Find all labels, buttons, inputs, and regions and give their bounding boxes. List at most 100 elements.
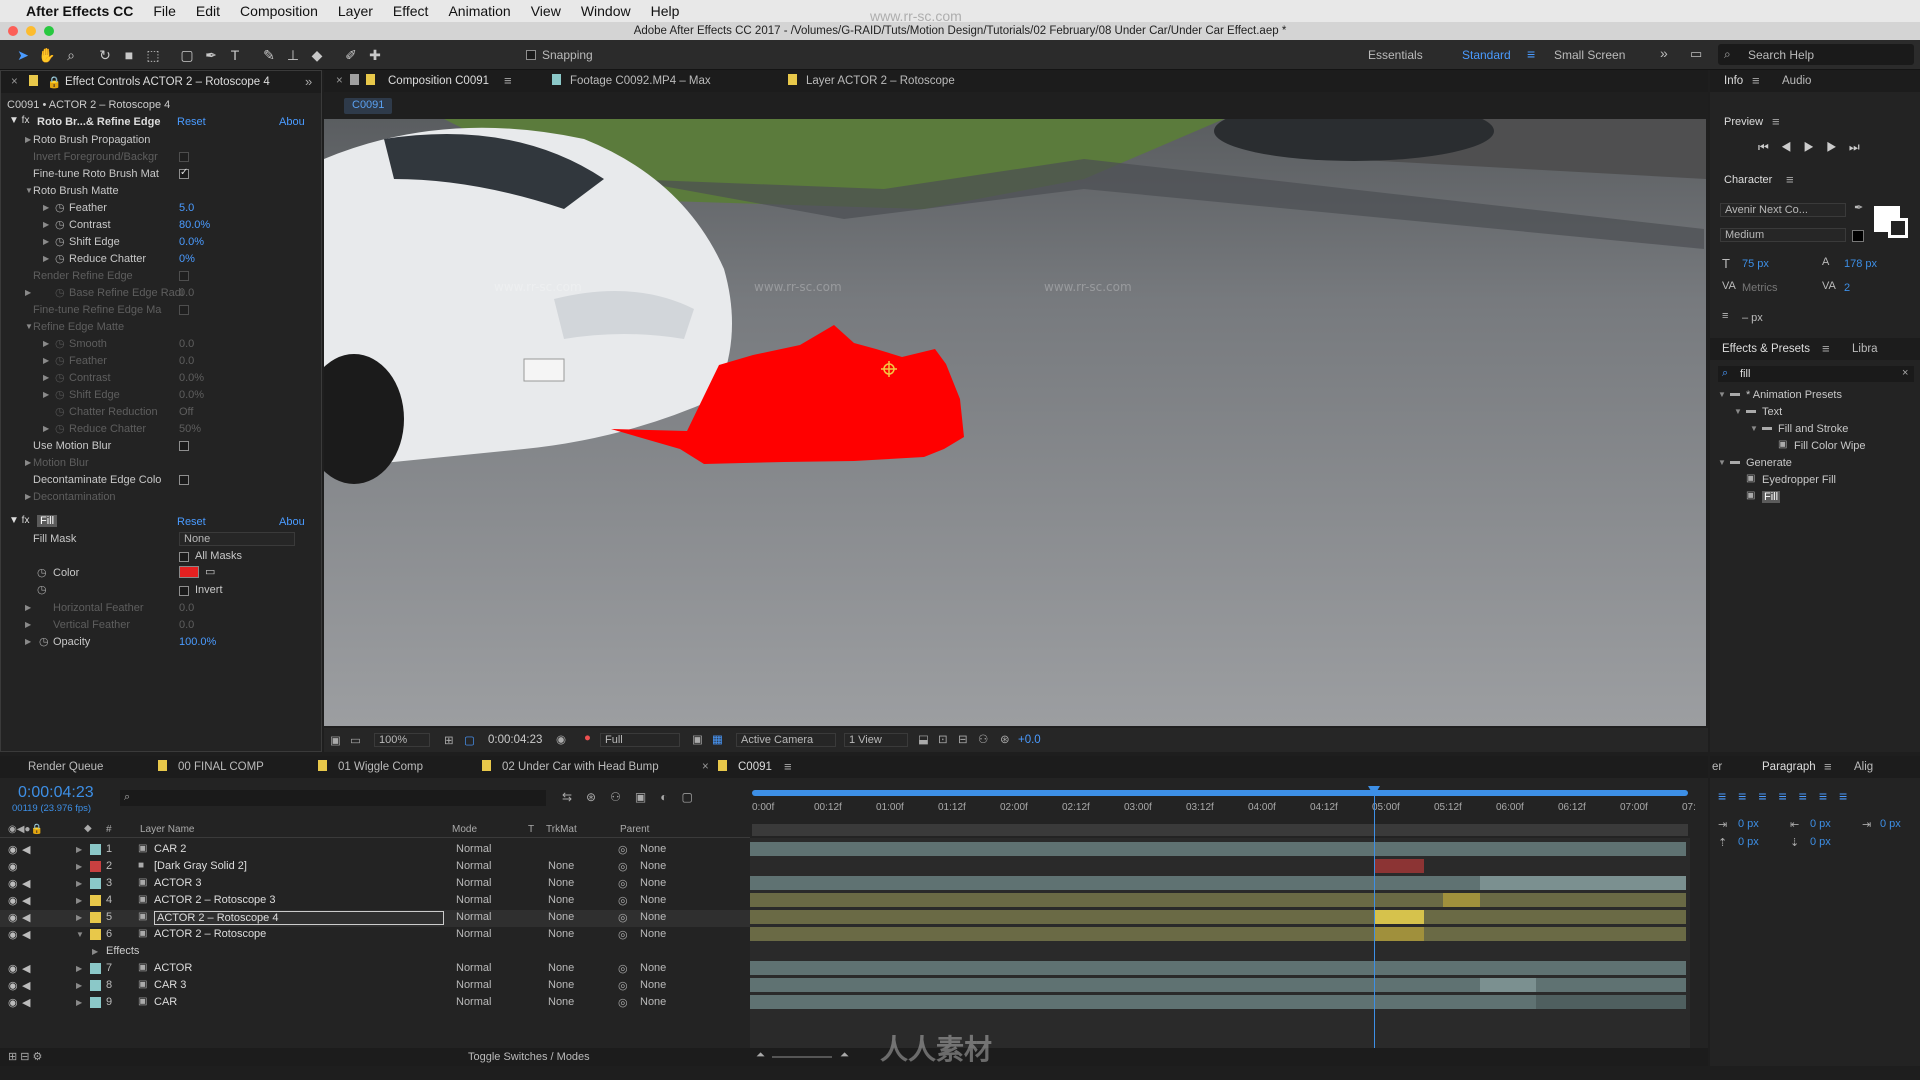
alignment-buttons[interactable]: ≡≡≡≡≡≡≡ xyxy=(1718,788,1859,804)
effects-tree-item[interactable]: Fill Color Wipe xyxy=(1794,440,1866,452)
paragraph-tab[interactable]: Paragraph xyxy=(1762,761,1816,773)
twirl-icon[interactable]: ▶ xyxy=(43,254,49,263)
resolution-grid-icon[interactable]: ⊞ xyxy=(444,733,454,747)
audio-toggle-icon[interactable]: ◀ xyxy=(22,894,30,907)
snapping-checkbox[interactable] xyxy=(526,50,536,60)
transparency-grid-icon[interactable]: ▦ xyxy=(712,732,723,746)
fill-mask-select[interactable]: None xyxy=(179,532,295,546)
layer-trkmat-select[interactable]: None xyxy=(544,911,606,925)
timeline-track-area[interactable] xyxy=(750,838,1690,1048)
exposure-value[interactable]: +0.0 xyxy=(1018,734,1041,746)
layer-duration-bar[interactable] xyxy=(1480,893,1686,907)
twirl-icon[interactable]: ▶ xyxy=(43,220,49,229)
wiggle-comp-tab[interactable]: 01 Wiggle Comp xyxy=(338,761,423,773)
toggle-pixel-aspect-icon[interactable]: ⬓ xyxy=(918,732,929,746)
layer-trkmat-select[interactable]: None xyxy=(544,996,606,1010)
layer-parent-select[interactable]: None xyxy=(636,928,726,942)
roto-param-checkbox[interactable] xyxy=(179,152,189,162)
stopwatch-icon[interactable]: ◷ xyxy=(55,371,65,384)
layer-duration-bar[interactable] xyxy=(1374,927,1424,941)
audio-tab[interactable]: Audio xyxy=(1782,75,1811,87)
audio-toggle-icon[interactable]: ◀ xyxy=(22,979,30,992)
pick-whip-icon[interactable]: ◎ xyxy=(618,962,628,975)
preview-controls[interactable]: ⏮◀▶▶⏭ xyxy=(1758,140,1872,155)
twirl-icon[interactable]: ▶ xyxy=(43,373,49,382)
layer-duration-bar[interactable] xyxy=(750,927,1375,941)
layer-duration-bar[interactable] xyxy=(750,961,1686,975)
render-queue-tab[interactable]: Render Queue xyxy=(28,761,103,773)
eyedropper-icon[interactable]: ▭ xyxy=(205,565,215,578)
layer-row[interactable]: ◉ ◀ ▶ 3 ▣ ACTOR 3 Normal None ◎ None xyxy=(0,876,751,893)
layer-parent-select[interactable]: None xyxy=(636,996,726,1010)
font-style-select[interactable]: Medium xyxy=(1720,228,1846,242)
visibility-toggle-icon[interactable]: ◉ xyxy=(8,911,18,924)
menu-help[interactable]: Help xyxy=(651,3,680,19)
layer-duration-bar[interactable] xyxy=(1374,859,1424,873)
visibility-toggle-icon[interactable]: ◉ xyxy=(8,996,18,1009)
menu-edit[interactable]: Edit xyxy=(196,3,220,19)
rotate-tool-icon[interactable]: ↻ xyxy=(96,46,114,64)
fill-color-swatch[interactable] xyxy=(179,566,199,578)
layer-duration-bar[interactable] xyxy=(750,995,1537,1009)
close-window-button[interactable] xyxy=(8,26,18,36)
effects-menu-icon[interactable]: ≡ xyxy=(1822,341,1830,356)
stopwatch-icon[interactable]: ◷ xyxy=(55,286,65,299)
pen-tool-icon[interactable]: ✒ xyxy=(202,46,220,64)
pick-whip-icon[interactable]: ◎ xyxy=(618,877,628,890)
stroke-width-value[interactable]: – px xyxy=(1742,312,1763,324)
layer-twirl-icon[interactable]: ▶ xyxy=(76,845,82,854)
twirl-icon[interactable]: ▶ xyxy=(25,458,31,467)
layer-label-color[interactable] xyxy=(90,912,101,923)
layer-twirl-icon[interactable]: ▶ xyxy=(76,862,82,871)
layer-twirl-icon[interactable]: ▶ xyxy=(76,998,82,1007)
layer-duration-bar[interactable] xyxy=(750,893,1443,907)
tree-twirl-icon[interactable]: ▼ xyxy=(1734,407,1742,416)
pick-whip-icon[interactable]: ◎ xyxy=(618,860,628,873)
indent-right-value[interactable]: 0 px xyxy=(1880,818,1901,830)
twirl-icon[interactable]: ▼ xyxy=(25,322,33,331)
layer-duration-bar[interactable] xyxy=(750,978,1481,992)
layer-twirl-icon[interactable]: ▼ xyxy=(76,930,84,939)
tracking-value[interactable]: 2 xyxy=(1844,282,1850,294)
layer-duration-bar[interactable] xyxy=(1374,842,1555,856)
camera-tool-icon[interactable]: ■ xyxy=(120,46,138,64)
info-tab[interactable]: Info xyxy=(1724,75,1743,87)
panel-menu-icon[interactable]: » xyxy=(305,74,312,89)
stopwatch-icon[interactable]: ◷ xyxy=(55,354,65,367)
layer-name[interactable]: CAR 2 xyxy=(154,843,186,855)
visibility-toggle-icon[interactable]: ◉ xyxy=(8,877,18,890)
search-icon-toggle[interactable]: ▭ xyxy=(1690,46,1702,62)
layer-mode-select[interactable]: Normal xyxy=(452,928,516,942)
pick-whip-icon[interactable]: ◎ xyxy=(618,843,628,856)
fill-reset-button[interactable]: Reset xyxy=(177,516,206,528)
comp-tab-menu-icon[interactable]: ≡ xyxy=(504,73,512,88)
roto-param-value[interactable]: 5.0 xyxy=(179,202,194,214)
twirl-icon[interactable]: ▶ xyxy=(43,203,49,212)
layer-tab[interactable]: Layer ACTOR 2 – Rotoscope xyxy=(806,75,955,87)
layer-name[interactable]: ACTOR xyxy=(154,962,192,974)
audio-toggle-icon[interactable]: ◀ xyxy=(22,843,30,856)
visibility-toggle-icon[interactable]: ◉ xyxy=(8,860,18,873)
workspace-small-screen[interactable]: Small Screen xyxy=(1554,48,1625,62)
space-after-value[interactable]: 0 px xyxy=(1810,836,1831,848)
twirl-icon[interactable]: ▶ xyxy=(43,356,49,365)
twirl-icon[interactable]: ▶ xyxy=(43,237,49,246)
layer-twirl-icon[interactable]: ▶ xyxy=(76,981,82,990)
black-swatch[interactable] xyxy=(1852,230,1864,242)
layer-duration-bar[interactable] xyxy=(750,910,1375,924)
stopwatch-icon[interactable]: ◷ xyxy=(37,583,47,596)
stopwatch-icon[interactable]: ◷ xyxy=(37,566,47,579)
align-tab[interactable]: Alig xyxy=(1854,761,1873,773)
final-comp-tab[interactable]: 00 FINAL COMP xyxy=(178,761,264,773)
visibility-toggle-icon[interactable]: ◉ xyxy=(8,843,18,856)
close-c0091-tab-icon[interactable]: × xyxy=(702,761,709,773)
layer-label-color[interactable] xyxy=(90,963,101,974)
hand-tool-icon[interactable]: ✋ xyxy=(38,46,56,64)
layer-name[interactable]: [Dark Gray Solid 2] xyxy=(154,860,247,872)
roto-param-checkbox[interactable] xyxy=(179,305,189,315)
twirl-icon[interactable]: ▼ xyxy=(25,186,33,195)
audio-toggle-icon[interactable]: ◀ xyxy=(22,962,30,975)
roto-brush-tool-icon[interactable]: ✐ xyxy=(342,46,360,64)
fill-about-button[interactable]: Abou xyxy=(279,516,305,528)
menu-file[interactable]: File xyxy=(153,3,176,19)
